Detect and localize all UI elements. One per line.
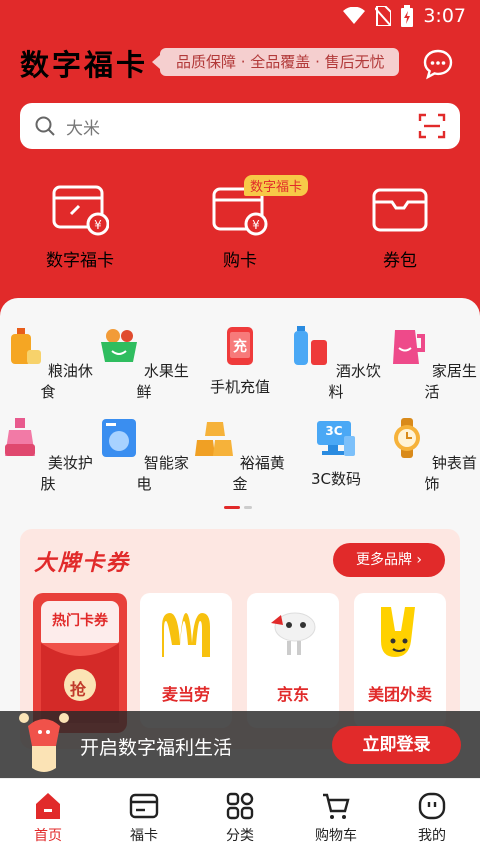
- category-label: 家居生活: [424, 362, 477, 401]
- category-appliance[interactable]: 智能家电: [96, 418, 192, 494]
- brand-card-meituan[interactable]: 美团外卖: [354, 593, 446, 728]
- no-sim-icon: [375, 6, 392, 26]
- login-button[interactable]: 立即登录: [332, 726, 461, 764]
- computer-icon: 3C: [316, 418, 356, 458]
- quick-digital-card[interactable]: ¥ 数字福卡: [20, 184, 140, 271]
- more-brands-label: 更多品牌: [355, 552, 412, 568]
- nav-card[interactable]: 福卡: [96, 791, 192, 845]
- login-prompt: 开启数字福利生活: [80, 737, 233, 759]
- nav-label: 福卡: [130, 828, 158, 844]
- category-label: 智能家电: [136, 454, 189, 493]
- brand-card-jd[interactable]: 京东: [247, 593, 339, 728]
- category-gold[interactable]: 裕福黄金: [192, 418, 288, 494]
- nav-label: 首页: [34, 828, 62, 844]
- status-bar: 3:07: [343, 4, 466, 28]
- quick-label: 券包: [383, 251, 417, 271]
- category-label: 水果生鲜: [136, 362, 189, 401]
- quick-tag: 数字福卡: [244, 175, 309, 196]
- category-drinks[interactable]: 酒水饮料: [288, 326, 384, 402]
- category-label: 3C数码: [310, 470, 362, 488]
- digital-glyph: 3C: [325, 424, 343, 438]
- quick-buy-card[interactable]: ¥ 购卡: [180, 184, 300, 271]
- category-label: 酒水饮料: [328, 362, 381, 401]
- fruit-basket-icon: [101, 329, 138, 362]
- status-time: 3:07: [423, 5, 466, 27]
- category-label: 钟表首饰: [424, 454, 477, 493]
- category-label: 美妆护肤: [40, 454, 93, 493]
- slogan-badge: 品质保障 · 全品覆盖 · 售后无忧: [152, 48, 399, 76]
- card-link-icon: ¥: [52, 185, 110, 236]
- brand-card-mcdonalds[interactable]: 麦当劳: [140, 593, 232, 728]
- wifi-icon: [343, 7, 366, 24]
- category-digital[interactable]: 3C 3C数码: [288, 418, 384, 489]
- category-label: 手机充值: [209, 378, 270, 396]
- home-icon: [36, 793, 60, 819]
- battery-icon: [401, 5, 414, 27]
- category-label: 裕福黄金: [232, 454, 285, 493]
- mcdonalds-logo-icon: [162, 613, 210, 657]
- oil-bottle-icon: [11, 328, 42, 364]
- watch-icon: [394, 418, 421, 458]
- bottom-nav: 首页 福卡 分类 购物车 我的: [0, 778, 480, 853]
- message-icon[interactable]: [422, 48, 454, 80]
- grab-glyph: 抢: [70, 680, 87, 699]
- cart-icon: [323, 793, 350, 819]
- category-watch[interactable]: 钟表首饰: [384, 418, 480, 494]
- nav-cart[interactable]: 购物车: [288, 791, 384, 845]
- jd-dog-icon: [271, 612, 316, 655]
- wallet-icon: [372, 188, 428, 232]
- search-input[interactable]: 大米: [66, 114, 418, 139]
- more-brands-button[interactable]: 更多品牌 ›: [333, 543, 445, 577]
- category-label: 粮油休食: [40, 362, 93, 401]
- cosmetics-icon: [5, 418, 36, 456]
- brand-name: 京东: [276, 685, 309, 704]
- brand-section-title: 大牌卡券: [34, 551, 131, 576]
- quick-label: 数字福卡: [46, 251, 114, 271]
- svg-text:¥: ¥: [94, 218, 102, 232]
- nav-label: 我的: [418, 828, 446, 844]
- card-icon: [129, 793, 159, 819]
- drinks-icon: [294, 326, 328, 365]
- category-cosmetics[interactable]: 美妆护肤: [0, 418, 96, 494]
- washing-machine-icon: [102, 419, 137, 457]
- nav-home[interactable]: 首页: [0, 791, 96, 845]
- phone-recharge-icon: 充: [220, 326, 260, 366]
- kettle-icon: [393, 330, 426, 364]
- category-fruit[interactable]: 水果生鲜: [96, 326, 192, 402]
- quick-coupon-wallet[interactable]: 券包: [340, 184, 460, 271]
- category-grain-oil[interactable]: 粮油休食: [0, 326, 96, 402]
- nav-label: 分类: [226, 828, 254, 844]
- nav-label: 购物车: [315, 828, 357, 844]
- gold-bars-icon: [195, 422, 234, 456]
- scan-icon[interactable]: [418, 112, 446, 140]
- nav-profile[interactable]: 我的: [384, 791, 480, 845]
- svg-text:¥: ¥: [252, 218, 260, 232]
- profile-icon: [418, 792, 446, 820]
- mascot-icon: [19, 713, 69, 772]
- nav-category[interactable]: 分类: [192, 791, 288, 845]
- search-icon: [35, 116, 55, 136]
- search-bar[interactable]: 大米: [20, 103, 460, 149]
- meituan-kangaroo-icon: [381, 607, 415, 657]
- quick-label: 购卡: [223, 251, 257, 271]
- category-home[interactable]: 家居生活: [384, 326, 480, 402]
- recharge-glyph: 充: [233, 339, 247, 355]
- brand-name: 美团外卖: [367, 685, 432, 704]
- category-recharge[interactable]: 充 手机充值: [192, 326, 288, 397]
- brand-title: 数字福卡: [20, 48, 149, 82]
- hot-coupon-label: 热门卡券: [41, 601, 119, 643]
- brand-name: 麦当劳: [161, 685, 210, 704]
- grid-icon: [226, 792, 254, 820]
- page-indicator: [224, 506, 252, 509]
